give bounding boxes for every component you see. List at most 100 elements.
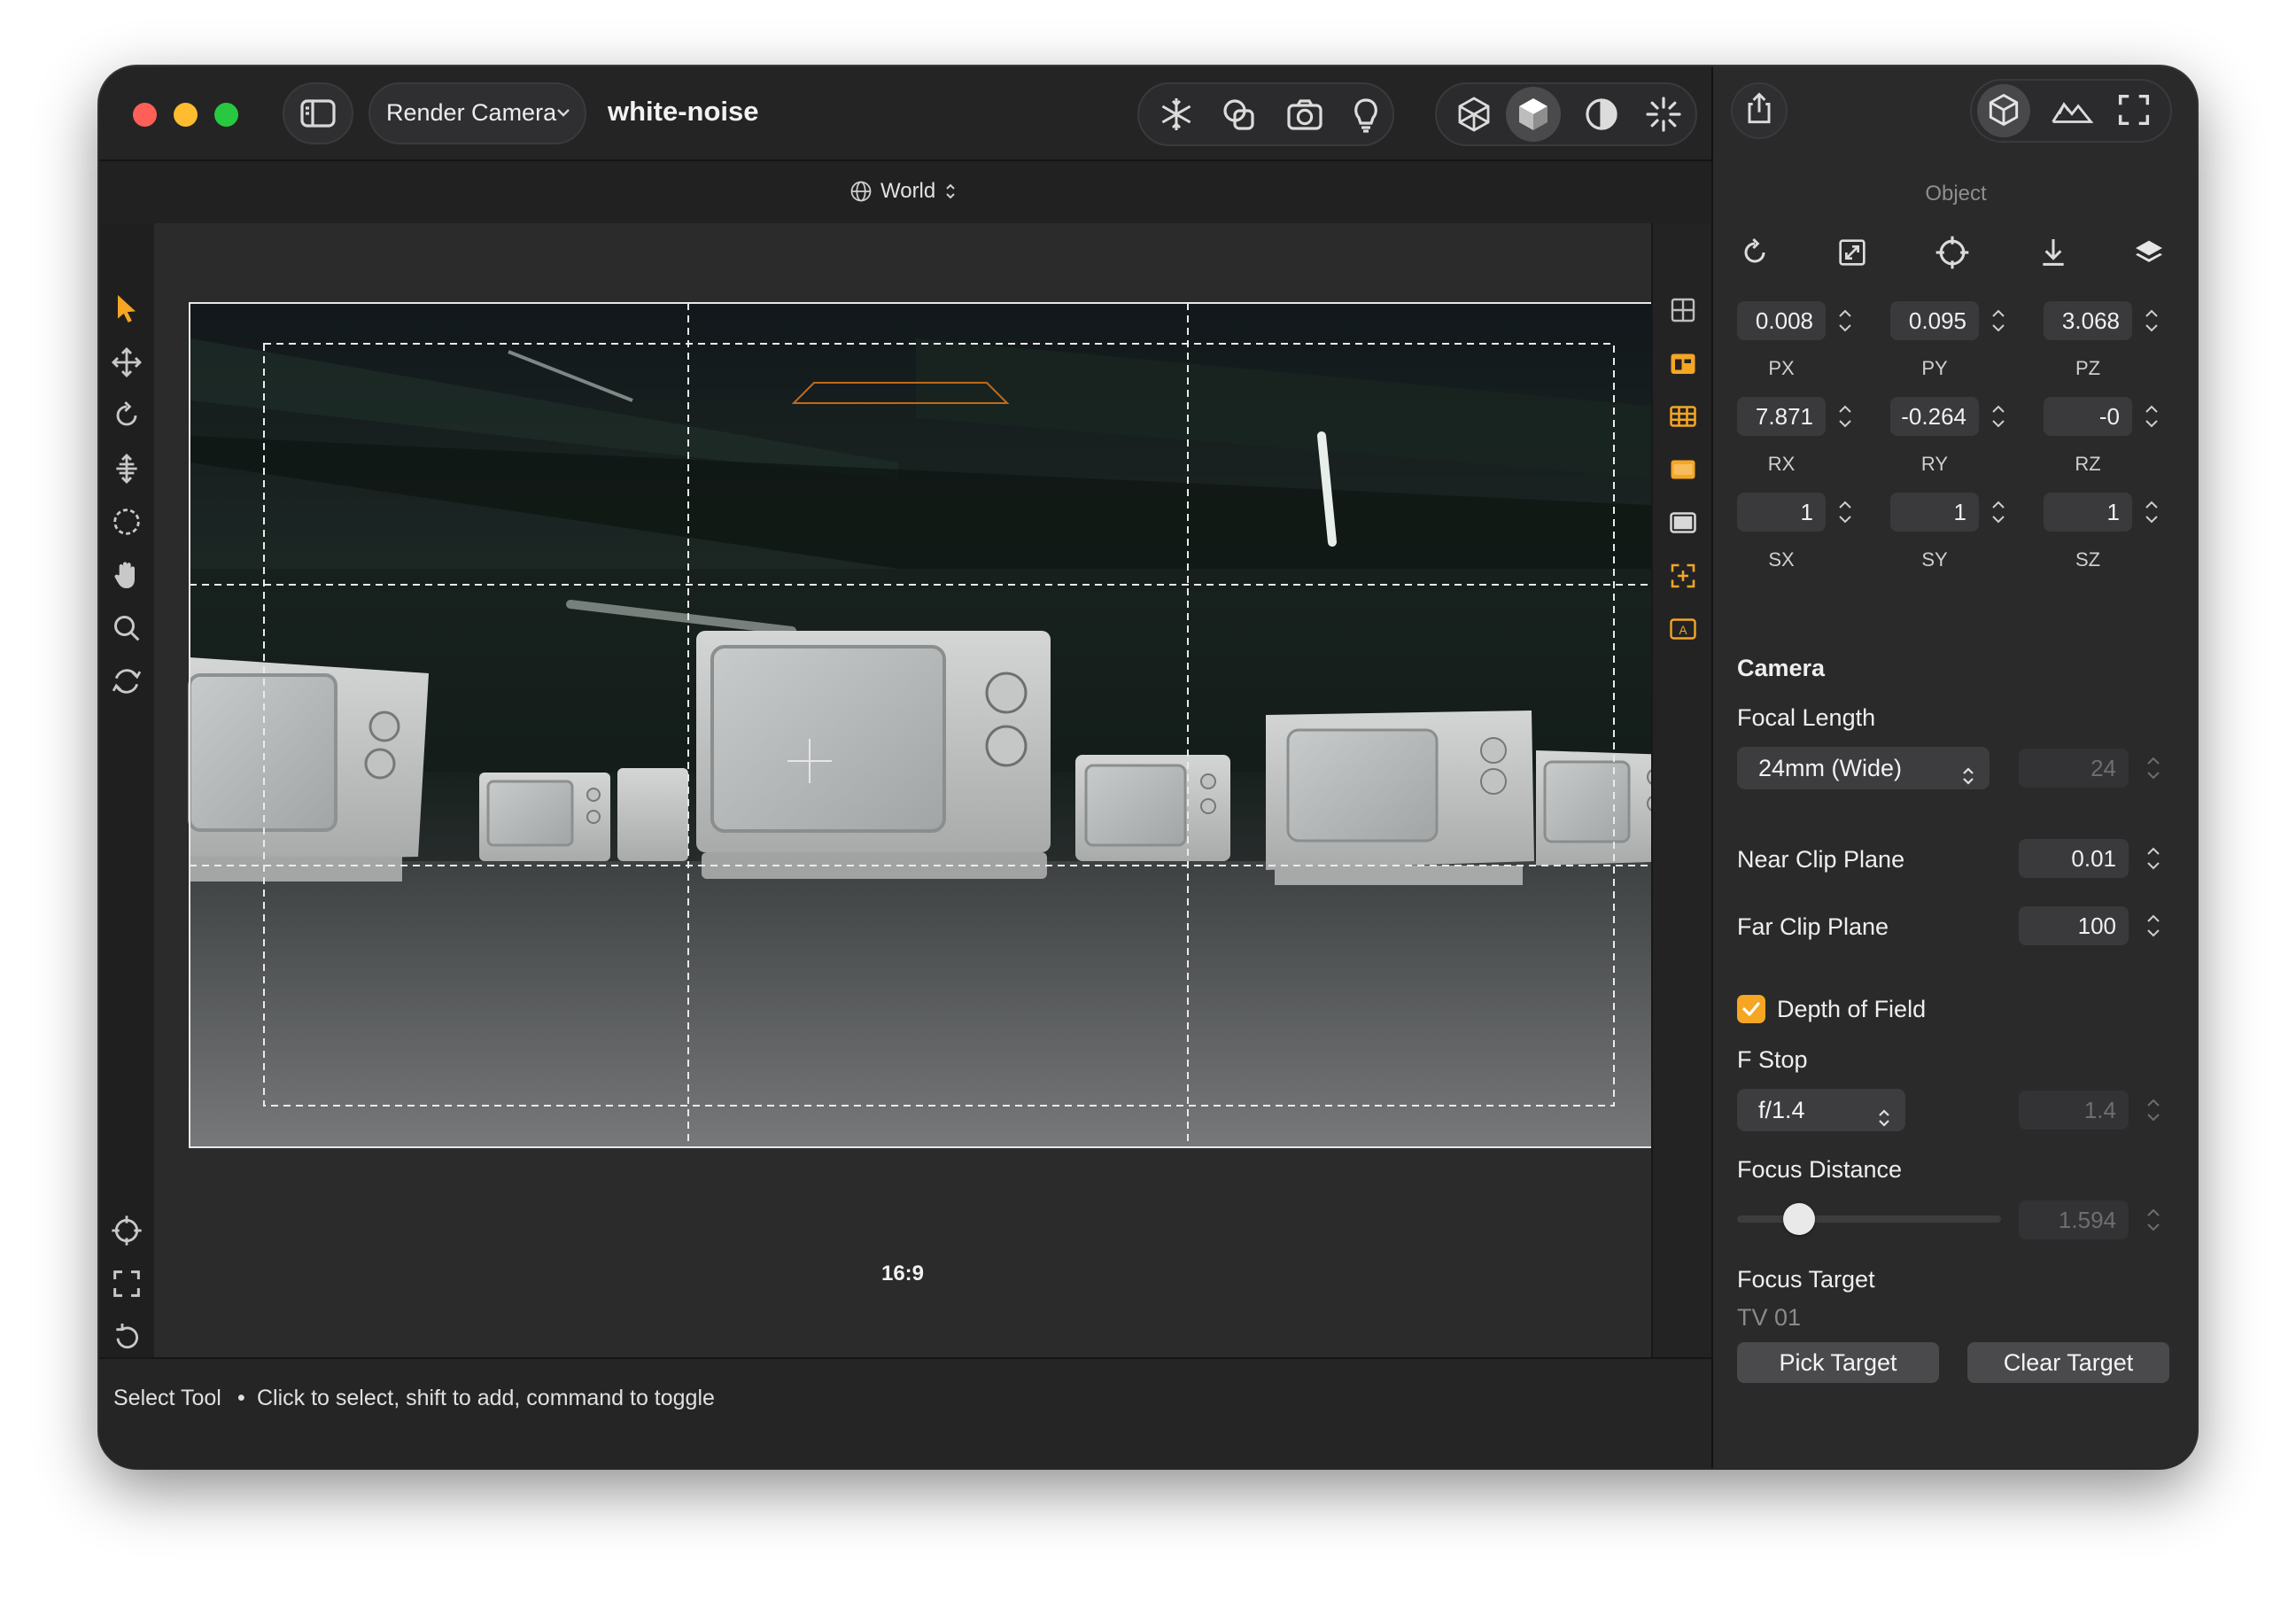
reset-icon[interactable] bbox=[109, 1319, 144, 1355]
frame-icon[interactable] bbox=[109, 1266, 144, 1301]
focus-distance-field[interactable]: 1.594 bbox=[2019, 1200, 2129, 1239]
wireframe-cube-icon[interactable] bbox=[1453, 93, 1495, 136]
near-clip-stepper[interactable] bbox=[2144, 839, 2163, 878]
screen-icon[interactable] bbox=[1667, 507, 1699, 539]
tv-small-2[interactable] bbox=[617, 768, 688, 861]
fullscreen-icon[interactable] bbox=[2114, 89, 2154, 130]
crosshair-icon[interactable] bbox=[1933, 233, 1972, 272]
tv-far-right[interactable] bbox=[1536, 750, 1651, 866]
clear-target-button[interactable]: Clear Target bbox=[1967, 1342, 2169, 1383]
zoom-icon[interactable] bbox=[109, 610, 144, 646]
safe-frame-icon[interactable] bbox=[1667, 347, 1699, 379]
tv-small-1[interactable] bbox=[479, 773, 610, 861]
tv-small-3[interactable] bbox=[1075, 755, 1230, 861]
label-icon[interactable]: A bbox=[1667, 613, 1699, 645]
sidebar-toggle-button[interactable] bbox=[283, 82, 353, 144]
solid-mode-active[interactable] bbox=[1506, 87, 1561, 142]
scale-icon[interactable] bbox=[109, 451, 144, 486]
focus-distance-stepper[interactable] bbox=[2144, 1200, 2163, 1239]
app-window: Render Camera white-noise World 16:9 A S… bbox=[99, 66, 2197, 1468]
overlay-tools: A bbox=[1651, 223, 1713, 1357]
table-icon[interactable] bbox=[1667, 400, 1699, 432]
3d-viewport[interactable]: 16:9 bbox=[154, 223, 1651, 1357]
far-clip-field[interactable]: 100 bbox=[2019, 906, 2129, 945]
near-clip-field[interactable]: 0.01 bbox=[2019, 839, 2129, 878]
chevron-down-icon bbox=[555, 104, 572, 121]
tv-center[interactable] bbox=[696, 631, 1051, 879]
py-label: PY bbox=[1921, 357, 1948, 379]
lightbulb-icon[interactable] bbox=[1345, 93, 1387, 136]
focal-length-stepper[interactable] bbox=[2144, 749, 2163, 788]
focus-target-label: Focus Target bbox=[1737, 1266, 1875, 1293]
camera-selector[interactable]: Render Camera bbox=[368, 82, 586, 144]
f-stop-label: F Stop bbox=[1737, 1046, 1808, 1073]
layers-icon[interactable] bbox=[2131, 235, 2167, 270]
grid-overlay-icon[interactable] bbox=[1667, 294, 1699, 326]
status-separator: • bbox=[237, 1386, 245, 1410]
sidebar-icon bbox=[297, 92, 339, 135]
depth-of-field-checkbox[interactable] bbox=[1737, 995, 1765, 1023]
slider-thumb[interactable] bbox=[1783, 1203, 1816, 1235]
lasso-icon[interactable] bbox=[109, 504, 144, 540]
sparkle-icon[interactable] bbox=[1642, 93, 1685, 136]
orbit-icon[interactable] bbox=[109, 664, 144, 699]
far-clip-stepper[interactable] bbox=[2144, 906, 2163, 945]
share-button[interactable] bbox=[1731, 82, 1788, 139]
inspector-section-title: Object bbox=[1925, 182, 1987, 206]
contrast-icon[interactable] bbox=[1580, 93, 1623, 136]
position-z-field[interactable]: 3.068 bbox=[2044, 301, 2132, 340]
scale-y-stepper[interactable] bbox=[1989, 493, 2008, 532]
letterbox-icon[interactable] bbox=[1667, 454, 1699, 485]
scale-z-stepper[interactable] bbox=[2142, 493, 2161, 532]
position-x-field[interactable]: 0.008 bbox=[1737, 301, 1826, 340]
move-icon[interactable] bbox=[109, 345, 144, 380]
rotation-x-stepper[interactable] bbox=[1835, 397, 1855, 436]
f-stop-select[interactable]: f/1.4 bbox=[1737, 1089, 1905, 1131]
drop-to-floor-icon[interactable] bbox=[2036, 235, 2071, 270]
cube-icon bbox=[1984, 90, 2023, 129]
scale-x-stepper[interactable] bbox=[1835, 493, 1855, 532]
zoom-window-button[interactable] bbox=[214, 103, 238, 127]
rotation-x-field[interactable]: 7.871 bbox=[1737, 397, 1826, 436]
scale-y-field[interactable]: 1 bbox=[1890, 493, 1979, 532]
scale-z-field[interactable]: 1 bbox=[2044, 493, 2132, 532]
focus-distance-slider[interactable] bbox=[1737, 1203, 2001, 1235]
position-y-stepper[interactable] bbox=[1989, 301, 2008, 340]
shapes-icon[interactable] bbox=[1219, 93, 1261, 136]
terrain-icon[interactable] bbox=[2050, 89, 2094, 132]
share-icon bbox=[1740, 89, 1779, 128]
scale-x-field[interactable]: 1 bbox=[1737, 493, 1826, 532]
snowflake-icon[interactable] bbox=[1155, 93, 1198, 136]
pick-target-button[interactable]: Pick Target bbox=[1737, 1342, 1939, 1383]
svg-text:A: A bbox=[1679, 624, 1687, 637]
focal-length-field[interactable]: 24 bbox=[2019, 749, 2129, 788]
crosshair-icon[interactable] bbox=[109, 1213, 144, 1248]
focus-icon[interactable] bbox=[1667, 560, 1699, 592]
pointer-icon[interactable] bbox=[109, 291, 144, 326]
sx-label: SX bbox=[1768, 548, 1795, 571]
rotation-z-stepper[interactable] bbox=[2142, 397, 2161, 436]
position-y-field[interactable]: 0.095 bbox=[1890, 301, 1979, 340]
tv-right[interactable] bbox=[1266, 711, 1534, 885]
resize-icon[interactable] bbox=[1834, 235, 1870, 270]
hand-icon[interactable] bbox=[109, 557, 144, 593]
rotation-z-field[interactable]: -0 bbox=[2044, 397, 2132, 436]
object-mode-active[interactable] bbox=[1977, 84, 2030, 137]
focal-length-select[interactable]: 24mm (Wide) bbox=[1737, 747, 1990, 789]
position-x-stepper[interactable] bbox=[1835, 301, 1855, 340]
document-title: white-noise bbox=[608, 96, 759, 127]
f-stop-stepper[interactable] bbox=[2144, 1091, 2163, 1130]
tv-left[interactable] bbox=[188, 657, 429, 882]
rx-label: RX bbox=[1767, 453, 1796, 475]
position-z-stepper[interactable] bbox=[2142, 301, 2161, 340]
reset-rotation-icon[interactable] bbox=[1737, 235, 1772, 270]
close-window-button[interactable] bbox=[133, 103, 157, 127]
rotation-y-field[interactable]: -0.264 bbox=[1890, 397, 1979, 436]
near-clip-label: Near Clip Plane bbox=[1737, 846, 1905, 873]
camera-icon[interactable] bbox=[1284, 93, 1326, 136]
far-clip-label: Far Clip Plane bbox=[1737, 913, 1889, 940]
f-stop-field[interactable]: 1.4 bbox=[2019, 1091, 2129, 1130]
minimize-window-button[interactable] bbox=[174, 103, 198, 127]
rotate-icon[interactable] bbox=[109, 398, 144, 433]
rotation-y-stepper[interactable] bbox=[1989, 397, 2008, 436]
